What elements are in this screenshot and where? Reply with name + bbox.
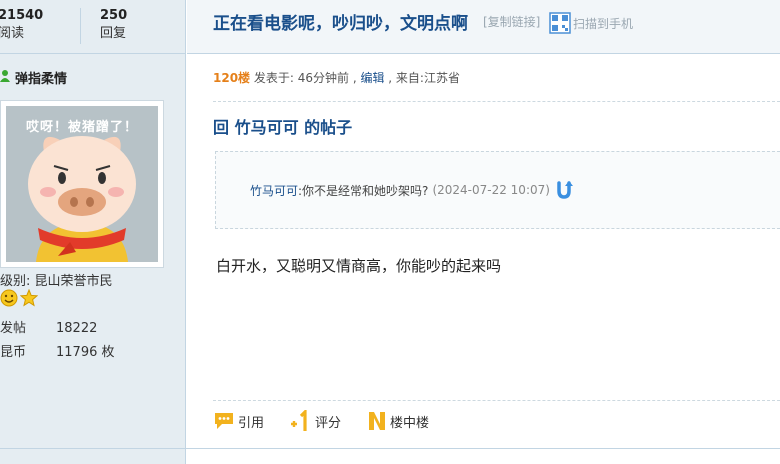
online-user-icon [0, 69, 10, 87]
forum-post-page: 21540 阅读 250 回复 弹指柔情 哎呀！被猪蹭了！ 级别: 昆山荣誉市民… [0, 0, 780, 464]
author-sidebar: 21540 阅读 250 回复 弹指柔情 哎呀！被猪蹭了！ 级别: 昆山荣誉市民… [0, 0, 186, 448]
thread-title-bar: 正在看电影呢，吵归吵，文明点啊 [复制链接] 扫描到手机 [187, 0, 780, 54]
coins-row: 昆币 11796 枚 [0, 341, 115, 360]
quote-bubble-icon [215, 413, 233, 429]
next-post-sidebar [0, 449, 186, 464]
quote-button[interactable]: 引用 [213, 411, 264, 431]
quote-box: 竹马可可:你不是经常和她吵架吗? (2024-07-22 10:07) [215, 151, 780, 229]
star-medal-icon [20, 289, 38, 307]
plus-one-icon [291, 410, 307, 431]
quote-author[interactable]: 竹马可可 [250, 182, 298, 199]
next-post-strip [0, 448, 780, 464]
pig-illustration [28, 136, 136, 262]
rate-label: 评分 [315, 415, 342, 431]
author-name[interactable]: 弹指柔情 [15, 68, 67, 87]
coins-value: 11796 枚 [56, 345, 115, 360]
avatar[interactable]: 哎呀！被猪蹭了！ [0, 100, 164, 268]
actions-divider [213, 400, 780, 401]
thread-stats: 21540 阅读 250 回复 [0, 0, 186, 54]
replies-stat: 250 回复 [100, 7, 127, 43]
quote-label: 引用 [238, 415, 265, 431]
views-label: 阅读 [0, 26, 25, 41]
replies-label: 回复 [100, 26, 127, 41]
post-time: 发表于: 46分钟前 , [250, 71, 361, 85]
post-actions: 引用 评分 楼中楼 [213, 410, 455, 432]
copy-link[interactable]: [复制链接] [483, 13, 540, 30]
post-location: , 来自:江苏省 [384, 71, 460, 85]
views-stat: 21540 阅读 [0, 7, 43, 43]
thread-title[interactable]: 正在看电影呢，吵归吵，文明点啊 [213, 9, 468, 34]
stat-divider [80, 8, 81, 44]
author-name-row[interactable]: 弹指柔情 [0, 68, 67, 87]
replies-count: 250 [100, 8, 128, 23]
rate-button[interactable]: 评分 [290, 410, 341, 432]
qr-label: 扫描到手机 [573, 16, 634, 31]
qr-scan-link[interactable]: 扫描到手机 [549, 12, 633, 34]
avatar-image: 哎呀！被猪蹭了！ [6, 106, 158, 262]
meta-divider [213, 101, 780, 102]
coins-label: 昆币 [0, 345, 27, 360]
inner-floor-button[interactable]: 楼中楼 [367, 410, 429, 432]
post-meta: 120楼 发表于: 46分钟前 , 编辑 , 来自:江苏省 [213, 69, 460, 86]
jump-back-icon[interactable] [554, 180, 574, 200]
posts-label: 发帖 [0, 321, 27, 336]
smile-medal-icon [0, 289, 18, 307]
inner-floor-icon [369, 412, 386, 430]
quote-content: 竹马可可:你不是经常和她吵架吗? (2024-07-22 10:07) [250, 180, 574, 200]
user-level: 级别: 昆山荣誉市民 [0, 274, 113, 289]
quote-time: (2024-07-22 10:07) [432, 183, 550, 197]
views-count: 21540 [0, 8, 44, 23]
floor-number[interactable]: 120楼 [213, 71, 250, 85]
inner-floor-label: 楼中楼 [390, 415, 430, 431]
medals [0, 289, 38, 307]
posts-count-row: 发帖 18222 [0, 317, 97, 336]
edit-link[interactable]: 编辑 [360, 71, 384, 85]
posts-value: 18222 [56, 321, 98, 336]
qr-code-icon [549, 12, 571, 34]
quote-text: :你不是经常和她吵架吗? [298, 183, 429, 198]
post-body: 白开水，又聪明又情商高，你能吵的起来吗 [216, 257, 502, 275]
reply-title: 回 竹马可可 的帖子 [213, 118, 353, 137]
